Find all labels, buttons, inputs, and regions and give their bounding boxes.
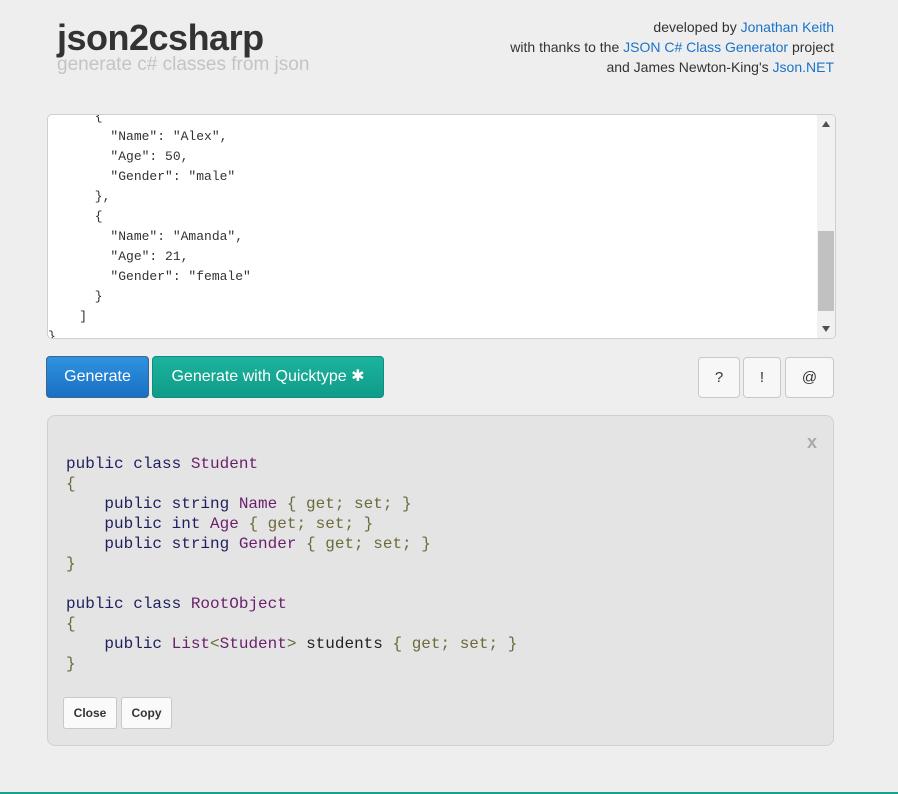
author-link[interactable]: Jonathan Keith bbox=[741, 19, 834, 35]
json-input-editor[interactable]: { "Name": "Alex", "Age": 50, "Gender": "… bbox=[47, 114, 836, 339]
code-type: Gender bbox=[238, 535, 297, 553]
class-generator-link[interactable]: JSON C# Class Generator bbox=[623, 39, 788, 55]
code-line: "Gender": "female" bbox=[48, 269, 251, 284]
code-brace: { bbox=[66, 615, 76, 633]
code-line: "Name": "Alex", bbox=[48, 129, 228, 144]
code-brace: { bbox=[66, 475, 76, 493]
code-type: Name bbox=[238, 495, 278, 513]
credits-text: project bbox=[788, 39, 834, 55]
code-line: "Name": "Amanda", bbox=[48, 229, 244, 244]
scroll-down-arrow-icon[interactable] bbox=[822, 326, 830, 332]
credits-text: developed by bbox=[653, 19, 741, 35]
code-type: Age bbox=[210, 515, 239, 533]
credits-line-1: developed by Jonathan Keith bbox=[414, 17, 834, 37]
generated-csharp-code[interactable]: public class Student { public string Nam… bbox=[66, 454, 517, 674]
code-keyword: public class bbox=[66, 595, 191, 613]
code-accessor: { get; set; } bbox=[296, 535, 431, 553]
info-button[interactable]: ! bbox=[743, 357, 781, 398]
code-keyword: public class bbox=[66, 455, 191, 473]
generate-quicktype-button[interactable]: Generate with Quicktype ✱ bbox=[152, 356, 384, 398]
scroll-thumb[interactable] bbox=[818, 231, 834, 311]
scroll-up-arrow-icon[interactable] bbox=[822, 121, 830, 127]
help-button[interactable]: ? bbox=[698, 357, 740, 398]
code-keyword: public string bbox=[66, 535, 239, 553]
json-input-text[interactable]: { "Name": "Alex", "Age": 50, "Gender": "… bbox=[48, 114, 817, 339]
credits-text: and James Newton-King's bbox=[606, 59, 773, 75]
code-brace: } bbox=[66, 555, 76, 573]
brand: json2csharp generate c# classes from jso… bbox=[57, 16, 309, 76]
credits-line-3: and James Newton-King's Json.NET bbox=[414, 57, 834, 77]
code-type: Student bbox=[190, 455, 259, 473]
code-line: } bbox=[48, 329, 56, 339]
code-brace: } bbox=[66, 655, 76, 673]
code-keyword: public int bbox=[66, 515, 211, 533]
copy-button[interactable]: Copy bbox=[121, 697, 172, 729]
code-type: RootObject bbox=[190, 595, 287, 613]
code-accessor: { get; set; } bbox=[238, 515, 374, 533]
jsonnet-link[interactable]: Json.NET bbox=[773, 59, 834, 75]
generate-button[interactable]: Generate bbox=[46, 356, 149, 398]
code-punct: < bbox=[210, 635, 220, 653]
code-type: List bbox=[171, 635, 211, 653]
output-panel: x public class Student { public string N… bbox=[47, 415, 834, 746]
close-x-icon[interactable]: x bbox=[807, 432, 817, 453]
code-keyword: public bbox=[66, 635, 172, 653]
credits: developed by Jonathan Keith with thanks … bbox=[414, 17, 834, 77]
code-line: "Age": 21, bbox=[48, 249, 189, 264]
code-line: "Age": 50, bbox=[48, 149, 189, 164]
code-accessor: { get; set; } bbox=[277, 495, 412, 513]
code-line: ] bbox=[48, 309, 88, 324]
contact-button[interactable]: @ bbox=[785, 357, 834, 398]
code-identifier: students bbox=[296, 635, 383, 653]
app-subtitle: generate c# classes from json bbox=[57, 54, 310, 75]
code-type: Student bbox=[219, 635, 287, 653]
code-accessor: { get; set; } bbox=[382, 635, 518, 653]
code-line: } bbox=[48, 289, 103, 304]
credits-line-2: with thanks to the JSON C# Class Generat… bbox=[414, 37, 834, 57]
close-button[interactable]: Close bbox=[63, 697, 117, 729]
code-line: "Gender": "male" bbox=[48, 169, 236, 184]
code-line: { bbox=[48, 209, 103, 224]
code-line: }, bbox=[48, 189, 111, 204]
credits-text: with thanks to the bbox=[510, 39, 624, 55]
code-line: { bbox=[48, 114, 103, 124]
code-keyword: public string bbox=[66, 495, 239, 513]
vertical-scrollbar[interactable] bbox=[817, 115, 835, 338]
